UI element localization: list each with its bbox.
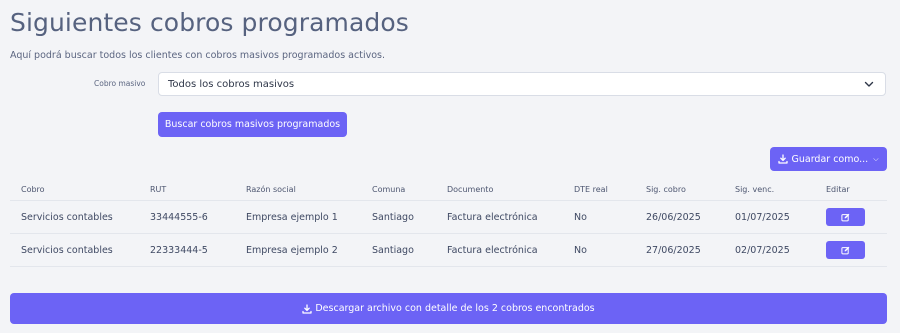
search-button[interactable]: Buscar cobros masivos programados: [158, 112, 347, 137]
cell-editar: [826, 234, 865, 266]
cell-documento: Factura electrónica: [447, 211, 538, 223]
cell-sig-venc: 02/07/2025: [735, 244, 790, 256]
column-header-documento: Documento: [447, 184, 494, 194]
select-value: Todos los cobros masivos: [168, 79, 295, 90]
edit-button[interactable]: [826, 241, 865, 259]
cell-rut: 33444555-6: [150, 211, 208, 223]
cell-cobro: Servicios contables: [21, 244, 113, 256]
cell-razon-social: Empresa ejemplo 2: [246, 244, 338, 256]
cell-comuna: Santiago: [372, 211, 414, 223]
page-title: Siguientes cobros programados: [10, 8, 409, 37]
chevron-down-icon: ⌵: [873, 154, 879, 163]
cell-sig-cobro: 26/06/2025: [646, 211, 701, 223]
cell-razon-social: Empresa ejemplo 1: [246, 211, 338, 223]
column-header-sig-venc: Sig. venc.: [735, 184, 775, 194]
cell-dte-real: No: [574, 211, 587, 223]
cell-rut: 22333444-5: [150, 244, 208, 256]
save-as-label: Guardar como...: [791, 153, 869, 165]
column-header-comuna: Comuna: [372, 184, 406, 194]
column-header-cobro: Cobro: [21, 184, 45, 194]
download-icon: [302, 303, 313, 314]
table-row: Servicios contables 33444555-6 Empresa e…: [10, 200, 887, 233]
cell-cobro: Servicios contables: [21, 211, 113, 223]
edit-button[interactable]: [826, 208, 865, 226]
table-header: Cobro RUT Razón social Comuna Documento …: [10, 178, 887, 200]
column-header-rut: RUT: [150, 184, 167, 194]
cobro-masivo-label: Cobro masivo: [94, 79, 146, 88]
column-header-razon-social: Razón social: [246, 184, 296, 194]
download-icon: [778, 154, 789, 164]
chevron-down-icon: [864, 81, 874, 87]
cell-comuna: Santiago: [372, 244, 414, 256]
results-table: Cobro RUT Razón social Comuna Documento …: [10, 178, 887, 267]
column-header-sig-cobro: Sig. cobro: [646, 184, 686, 194]
edit-icon: [841, 246, 850, 254]
save-as-button[interactable]: Guardar como... ⌵: [770, 147, 887, 171]
column-header-editar: Editar: [826, 184, 850, 194]
table-row: Servicios contables 22333444-5 Empresa e…: [10, 233, 887, 267]
cell-editar: [826, 201, 865, 233]
cobro-masivo-select[interactable]: Todos los cobros masivos: [158, 72, 886, 96]
page-subtitle: Aquí podrá buscar todos los clientes con…: [10, 50, 385, 61]
edit-icon: [841, 213, 850, 221]
cell-sig-venc: 01/07/2025: [735, 211, 790, 223]
cell-documento: Factura electrónica: [447, 244, 538, 256]
download-button[interactable]: Descargar archivo con detalle de los 2 c…: [10, 293, 887, 324]
cell-sig-cobro: 27/06/2025: [646, 244, 701, 256]
column-header-dte-real: DTE real: [574, 184, 608, 194]
cell-dte-real: No: [574, 244, 587, 256]
download-label: Descargar archivo con detalle de los 2 c…: [315, 303, 595, 314]
